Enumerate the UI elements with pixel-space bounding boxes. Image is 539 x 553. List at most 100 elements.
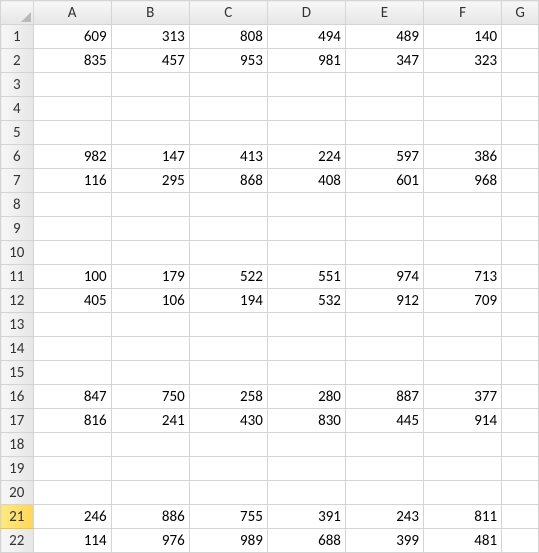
cell-G15[interactable] [502,361,539,385]
cell-B12[interactable]: 106 [111,289,189,313]
cell-B21[interactable]: 886 [111,505,189,529]
cell-E8[interactable] [345,193,423,217]
cell-A15[interactable] [33,361,111,385]
row-header-11[interactable]: 11 [1,265,34,289]
cell-C20[interactable] [189,481,267,505]
cell-B10[interactable] [111,241,189,265]
cell-A20[interactable] [33,481,111,505]
cell-D12[interactable]: 532 [267,289,345,313]
cell-G5[interactable] [502,121,539,145]
col-header-G[interactable]: G [502,1,539,25]
cell-D22[interactable]: 688 [267,529,345,553]
cell-D7[interactable]: 408 [267,169,345,193]
row-header-2[interactable]: 2 [1,49,34,73]
cell-D4[interactable] [267,97,345,121]
cell-C15[interactable] [189,361,267,385]
cell-E20[interactable] [345,481,423,505]
cell-C10[interactable] [189,241,267,265]
cell-G22[interactable] [502,529,539,553]
cell-D14[interactable] [267,337,345,361]
cell-D16[interactable]: 280 [267,385,345,409]
cell-G10[interactable] [502,241,539,265]
cell-C14[interactable] [189,337,267,361]
cell-A5[interactable] [33,121,111,145]
cell-F22[interactable]: 481 [424,529,502,553]
row-header-17[interactable]: 17 [1,409,34,433]
cell-C9[interactable] [189,217,267,241]
cell-G4[interactable] [502,97,539,121]
col-header-F[interactable]: F [424,1,502,25]
col-header-A[interactable]: A [33,1,111,25]
cell-C1[interactable]: 808 [189,25,267,49]
row-header-3[interactable]: 3 [1,73,34,97]
row-header-6[interactable]: 6 [1,145,34,169]
cell-C17[interactable]: 430 [189,409,267,433]
cell-E22[interactable]: 399 [345,529,423,553]
cell-B17[interactable]: 241 [111,409,189,433]
cell-G20[interactable] [502,481,539,505]
cell-B20[interactable] [111,481,189,505]
cell-A3[interactable] [33,73,111,97]
cell-F1[interactable]: 140 [424,25,502,49]
cell-F21[interactable]: 811 [424,505,502,529]
cell-D2[interactable]: 981 [267,49,345,73]
cell-D8[interactable] [267,193,345,217]
cell-G7[interactable] [502,169,539,193]
cell-F9[interactable] [424,217,502,241]
row-header-9[interactable]: 9 [1,217,34,241]
row-header-14[interactable]: 14 [1,337,34,361]
cell-C16[interactable]: 258 [189,385,267,409]
cell-E10[interactable] [345,241,423,265]
cell-F4[interactable] [424,97,502,121]
cell-B9[interactable] [111,217,189,241]
cell-F10[interactable] [424,241,502,265]
cell-F20[interactable] [424,481,502,505]
cell-C21[interactable]: 755 [189,505,267,529]
cell-D15[interactable] [267,361,345,385]
cell-D17[interactable]: 830 [267,409,345,433]
cell-A18[interactable] [33,433,111,457]
row-header-7[interactable]: 7 [1,169,34,193]
cell-A19[interactable] [33,457,111,481]
cell-E5[interactable] [345,121,423,145]
cell-B1[interactable]: 313 [111,25,189,49]
cell-A16[interactable]: 847 [33,385,111,409]
cell-E18[interactable] [345,433,423,457]
row-header-13[interactable]: 13 [1,313,34,337]
cell-A1[interactable]: 609 [33,25,111,49]
cell-A10[interactable] [33,241,111,265]
cell-C2[interactable]: 953 [189,49,267,73]
cell-F17[interactable]: 914 [424,409,502,433]
cell-F11[interactable]: 713 [424,265,502,289]
col-header-D[interactable]: D [267,1,345,25]
cell-A9[interactable] [33,217,111,241]
cell-A2[interactable]: 835 [33,49,111,73]
cell-C19[interactable] [189,457,267,481]
cell-D1[interactable]: 494 [267,25,345,49]
cell-F7[interactable]: 968 [424,169,502,193]
row-header-22[interactable]: 22 [1,529,34,553]
row-header-12[interactable]: 12 [1,289,34,313]
cell-D18[interactable] [267,433,345,457]
cell-B11[interactable]: 179 [111,265,189,289]
row-header-4[interactable]: 4 [1,97,34,121]
cell-E2[interactable]: 347 [345,49,423,73]
row-header-8[interactable]: 8 [1,193,34,217]
cell-E12[interactable]: 912 [345,289,423,313]
cell-C8[interactable] [189,193,267,217]
cell-C6[interactable]: 413 [189,145,267,169]
cell-A8[interactable] [33,193,111,217]
cell-D10[interactable] [267,241,345,265]
cell-A21[interactable]: 246 [33,505,111,529]
cell-E16[interactable]: 887 [345,385,423,409]
cell-G2[interactable] [502,49,539,73]
cell-A7[interactable]: 116 [33,169,111,193]
cell-A12[interactable]: 405 [33,289,111,313]
cell-D11[interactable]: 551 [267,265,345,289]
cell-B7[interactable]: 295 [111,169,189,193]
cell-G17[interactable] [502,409,539,433]
select-all-corner[interactable] [1,1,34,25]
cell-D5[interactable] [267,121,345,145]
cell-C22[interactable]: 989 [189,529,267,553]
cell-C4[interactable] [189,97,267,121]
